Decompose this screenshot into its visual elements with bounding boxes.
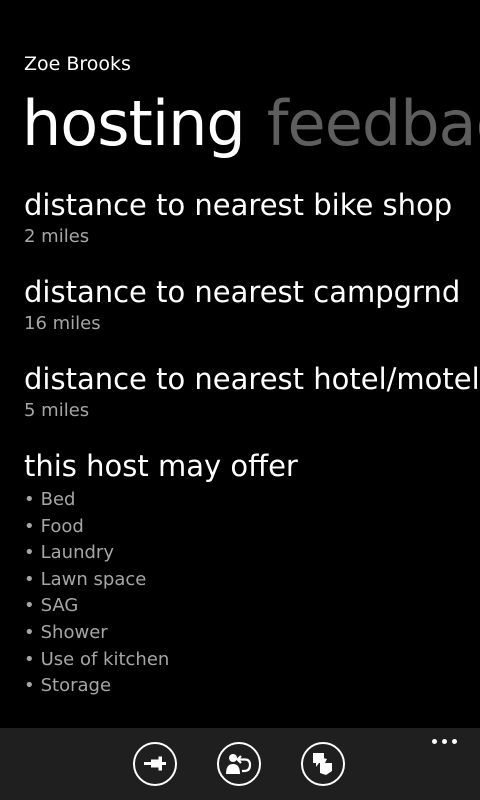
offer-item: • SAG bbox=[24, 595, 79, 617]
hotel-value: 5 miles bbox=[24, 400, 90, 421]
bike-shop-value: 2 miles bbox=[24, 226, 90, 247]
offer-item: • Laundry bbox=[24, 542, 114, 564]
contact-reply-button[interactable] bbox=[217, 742, 261, 786]
hotel-distance: distance to nearest hotel/motel 5 miles bbox=[24, 362, 480, 423]
pivot-headers: hosting feedback bbox=[22, 84, 480, 168]
pivot-tab-hosting[interactable]: hosting bbox=[22, 84, 246, 164]
offer-item: • Shower bbox=[24, 621, 108, 643]
bike-shop-distance: distance to nearest bike shop 2 miles bbox=[24, 188, 464, 249]
offer-item: • Lawn space bbox=[24, 568, 147, 590]
pivot-tab-feedback[interactable]: feedback bbox=[267, 84, 480, 164]
campground-label: distance to nearest campgrnd bbox=[24, 275, 461, 309]
hotel-label: distance to nearest hotel/motel bbox=[24, 362, 480, 396]
campground-value: 16 miles bbox=[24, 313, 101, 334]
campground-distance: distance to nearest campgrnd 16 miles bbox=[24, 275, 464, 336]
feedback-icon bbox=[313, 753, 332, 775]
offer-item: • Food bbox=[24, 515, 84, 537]
contact-reply-icon bbox=[226, 754, 252, 774]
bike-shop-label: distance to nearest bike shop bbox=[24, 188, 453, 222]
app-title: Zoe Brooks bbox=[24, 53, 131, 75]
feedback-button[interactable] bbox=[301, 742, 345, 786]
offers-label: this host may offer bbox=[24, 449, 298, 483]
application-bar bbox=[0, 728, 480, 800]
more-options-button[interactable] bbox=[426, 734, 462, 750]
pin-button[interactable] bbox=[133, 742, 177, 786]
offer-item: • Bed bbox=[24, 489, 76, 510]
offer-item: • Storage bbox=[24, 675, 112, 697]
host-offers: this host may offer • Bed • Food • Laundry … bbox=[24, 449, 464, 700]
offer-item: • Use of kitchen bbox=[24, 648, 170, 670]
pin-icon bbox=[144, 756, 166, 771]
offers-list: • Bed • Food • Laundry • Lawn space • SAG • Sh… bbox=[24, 487, 464, 700]
